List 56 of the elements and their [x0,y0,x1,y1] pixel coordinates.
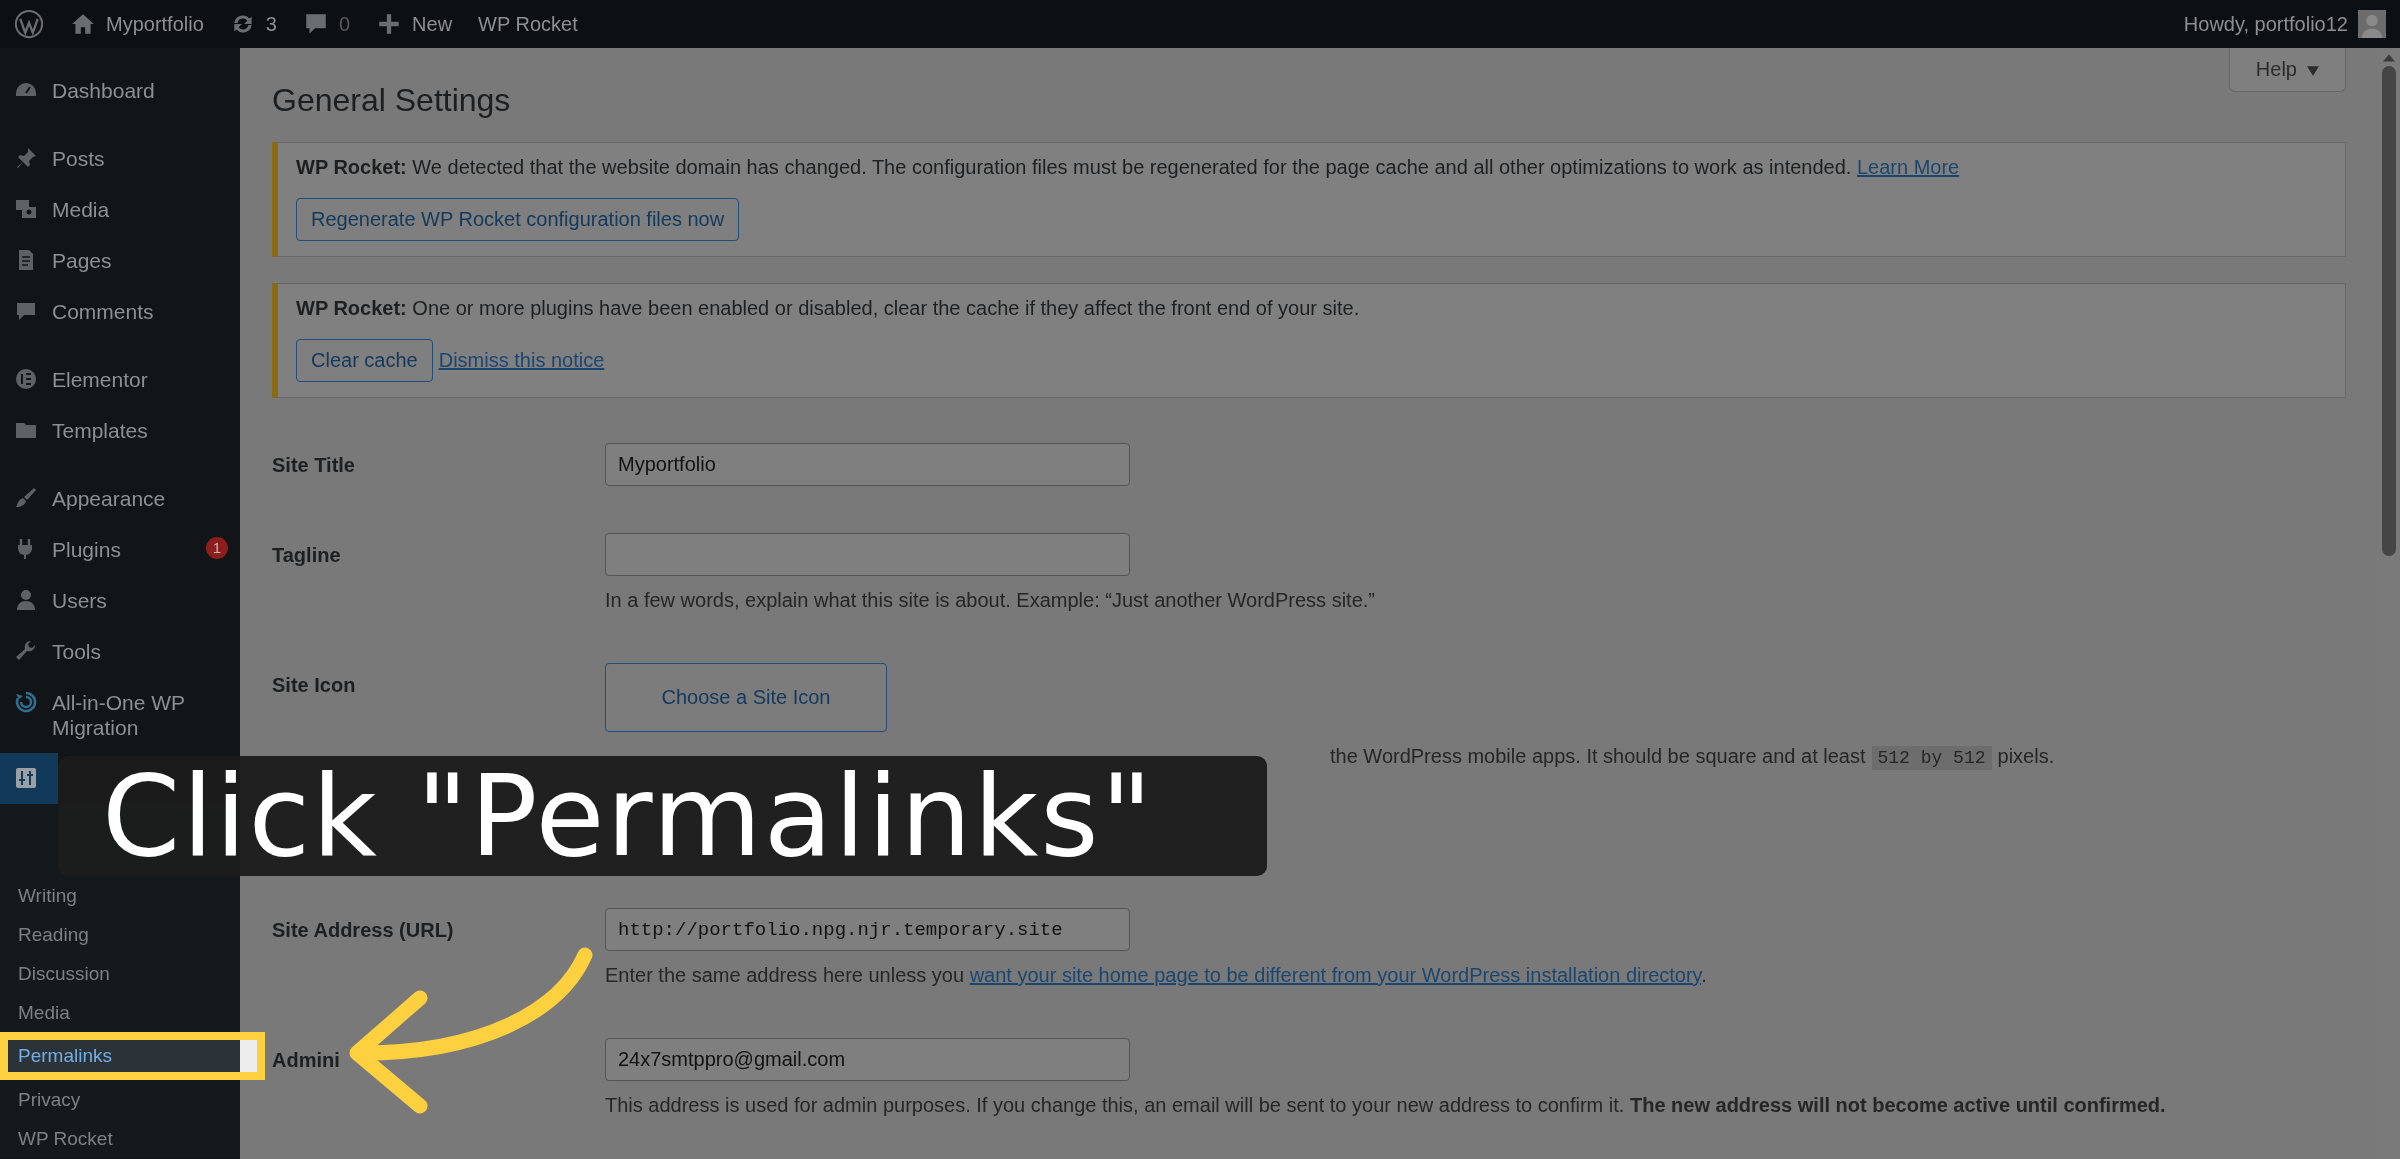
menu-item[interactable]: Appearance [0,473,240,524]
images-icon [14,197,38,221]
site-name-link[interactable]: Myportfolio [106,12,204,36]
field-description: In a few words, explain what this site is about. Example: “Just another WordPress site.” [605,588,1376,612]
choose-icon-button[interactable]: Choose a Site Icon [605,663,887,732]
menu-item[interactable]: Comments [0,286,240,337]
update-count[interactable]: 3 [265,12,277,36]
submenu-item[interactable]: Writing [0,876,240,915]
circular-arrow-icon [14,690,38,714]
sliders-icon [14,766,38,790]
submenu-item[interactable]: Privacy [0,1080,240,1119]
input-field[interactable] [605,533,1130,576]
menu-item[interactable]: Plugins 1 [0,524,240,575]
field-label: Admini [272,1048,341,1073]
menu-item[interactable]: Posts [0,133,240,184]
input-field[interactable]: 24x7smtppro@gmail.com [605,1038,1130,1081]
plugin-link[interactable]: WP Rocket [478,12,578,36]
count-badge: 1 [206,537,228,559]
menu-item[interactable]: Templates [0,405,240,456]
submenu-item[interactable]: Media [0,993,240,1032]
scroll-up-icon[interactable] [2382,54,2395,62]
notice-button[interactable]: Clear cache [296,339,433,382]
circle-bars-icon [14,367,38,391]
new-link[interactable]: New [412,12,453,36]
input-field[interactable]: Myportfolio [605,443,1130,486]
notice-message: WP Rocket: We detected that the website domain has changed. The configuration files must be regenerated for the page cache and all other optimizations to work as intended. Learn More [296,155,1961,179]
menu-item[interactable] [0,753,58,804]
submenu-item[interactable]: Reading [0,915,240,954]
menu-item[interactable]: Pages [0,235,240,286]
code-text: 512 by 512 [1871,746,1992,770]
field-label: Site Address (URL) [272,918,455,943]
wordpress-logo-icon[interactable] [14,9,44,39]
menu-item[interactable]: Media [0,184,240,235]
paintbrush-icon [14,486,38,510]
menu-item[interactable]: Tools [0,626,240,677]
field-description: the WordPress mobile apps. It should be square and at least 512 by 512 pixels. [1330,744,2055,768]
notice-message: WP Rocket: One or more plugins have been enabled or disabled, clear the cache if they affect the front end of your site. [296,296,1361,320]
tutorial-caption: Click "Permalinks" [58,756,1267,876]
person-icon [14,588,38,612]
notice-button[interactable]: Regenerate WP Rocket configuration files now [296,198,740,241]
submenu-item[interactable]: Discussion [0,954,240,993]
submenu-item[interactable]: WP Rocket [0,1119,240,1158]
help-tab[interactable]: Help [2228,48,2346,92]
menu-item[interactable]: Dashboard [0,65,240,116]
menu-item[interactable]: Users [0,575,240,626]
input-field[interactable]: http://portfolio.npg.njr.temporary.site [605,908,1130,951]
field-label: Tagline [272,543,342,568]
field-label: Site Icon [272,673,357,698]
greeting-link[interactable]: Howdy, portfolio12 [2183,12,2348,36]
menu-item[interactable]: All-in-One WP Migration [0,677,240,753]
page-title: General Settings [272,81,512,116]
field-description: This address is used for admin purposes. If you change this, an email will be sent to your new address to confirm it. The new address will not become active until confirmed. [605,1093,2167,1117]
scroll-thumb[interactable] [2381,66,2396,556]
field-description: Enter the same address here unless you want your site home page to be different from your WordPress installation directory. [605,963,1708,987]
menu-item[interactable]: Elementor [0,354,240,405]
field-label: Site Title [272,453,356,478]
